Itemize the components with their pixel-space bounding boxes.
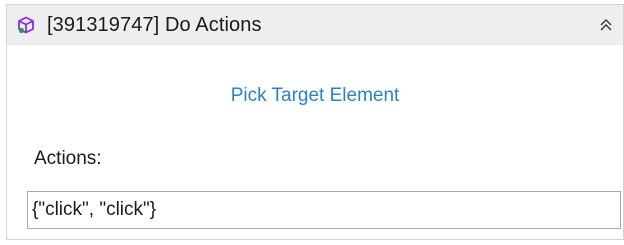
activity-title: [391319747] Do Actions	[47, 13, 262, 36]
activity-header[interactable]: [391319747] Do Actions	[7, 5, 623, 45]
actions-label: Actions:	[34, 148, 102, 169]
actions-input[interactable]	[27, 191, 621, 229]
double-chevron-up-icon[interactable]	[589, 5, 623, 45]
do-actions-activity[interactable]: [391319747] Do Actions Pick Target Eleme…	[6, 4, 624, 240]
pick-target-element-link[interactable]: Pick Target Element	[7, 85, 623, 107]
package-icon	[17, 16, 35, 34]
activity-body: Pick Target Element Actions:	[7, 45, 623, 239]
